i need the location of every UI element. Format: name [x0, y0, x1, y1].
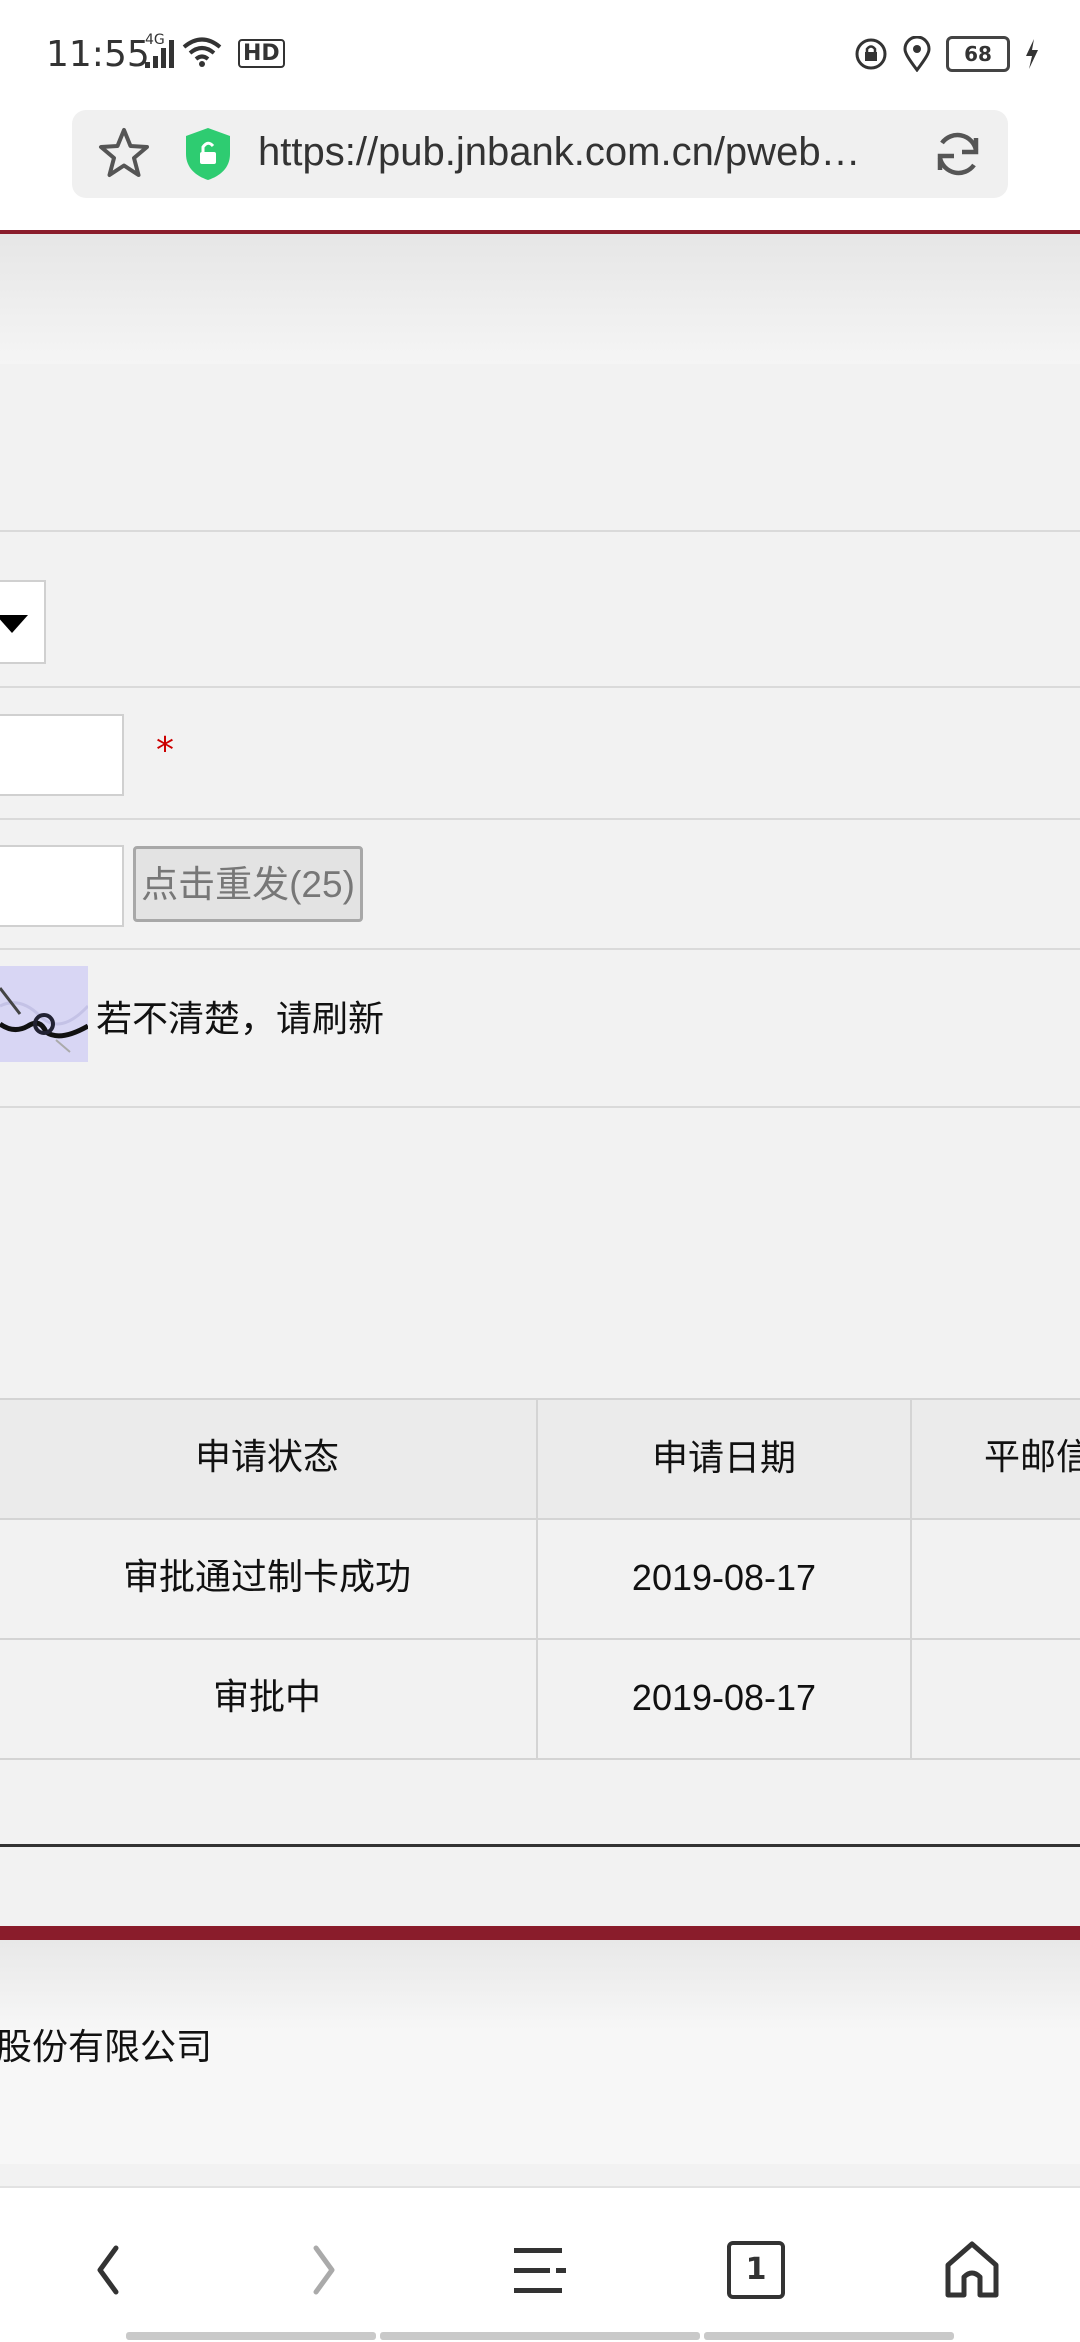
- url-text[interactable]: https://pub.jnbank.com.cn/pweb…: [258, 130, 918, 175]
- status-left-icons: 4G HD: [145, 32, 285, 68]
- gesture-handle: [704, 2332, 954, 2340]
- hd-icon: HD: [238, 39, 285, 68]
- battery-icon: 68: [946, 36, 1010, 72]
- mail-cell: [912, 1640, 1080, 1758]
- column-header-date: 申请日期: [538, 1400, 912, 1518]
- captcha-image[interactable]: [0, 966, 88, 1062]
- tab-count: 1: [727, 2241, 785, 2299]
- signal-icon: 4G: [145, 32, 174, 68]
- section-divider: [0, 1844, 1080, 1847]
- dropdown-arrow-icon: [0, 615, 28, 633]
- back-icon: [97, 2245, 119, 2295]
- forward-button[interactable]: [288, 2234, 360, 2306]
- captcha-refresh-hint[interactable]: 若不清楚，请刷新: [96, 990, 384, 1042]
- divider: [0, 686, 1080, 688]
- application-table: 申请状态 申请日期 平邮信 审批通过制卡成功 2019-08-17 审批中 20…: [0, 1398, 1080, 1760]
- card-type-select[interactable]: [0, 580, 46, 664]
- lock-rotation-icon: [855, 38, 887, 70]
- phone-input[interactable]: [0, 714, 124, 796]
- browser-toolbar: https://pub.jnbank.com.cn/pweb…: [0, 110, 1080, 230]
- home-icon: [945, 2241, 999, 2298]
- gesture-handle: [380, 2332, 700, 2340]
- menu-icon: [514, 2248, 566, 2293]
- divider: [0, 948, 1080, 950]
- table-row[interactable]: 审批中 2019-08-17: [0, 1640, 1080, 1760]
- browser-bottom-nav: 1: [0, 2186, 1080, 2342]
- network-type: 4G: [145, 32, 165, 48]
- status-bar: 11:55 4G HD 68: [0, 0, 1080, 110]
- reload-icon[interactable]: [930, 126, 986, 182]
- page-header-band: [0, 234, 1080, 364]
- footer-accent-bar: [0, 1926, 1080, 1940]
- home-button[interactable]: [936, 2234, 1008, 2306]
- tabs-button[interactable]: 1: [720, 2234, 792, 2306]
- forward-icon: [313, 2245, 335, 2295]
- resend-code-button[interactable]: 点击重发(25): [133, 846, 363, 922]
- address-bar[interactable]: https://pub.jnbank.com.cn/pweb…: [72, 110, 1008, 198]
- status-cell: 审批中: [0, 1640, 538, 1758]
- status-time: 11:55: [46, 34, 150, 75]
- table-header-row: 申请状态 申请日期 平邮信: [0, 1400, 1080, 1520]
- status-right-icons: 68: [854, 36, 1040, 72]
- divider: [0, 530, 1080, 532]
- date-cell: 2019-08-17: [538, 1520, 912, 1638]
- column-header-mail: 平邮信: [984, 1437, 1080, 1478]
- star-icon[interactable]: [94, 124, 154, 184]
- mail-cell: [912, 1520, 1080, 1638]
- footer-company-name: 股份有限公司: [0, 2027, 213, 2068]
- status-cell: 审批通过制卡成功: [0, 1520, 538, 1638]
- divider: [0, 818, 1080, 820]
- divider: [0, 1106, 1080, 1108]
- charging-icon: [1026, 39, 1038, 69]
- menu-button[interactable]: [504, 2234, 576, 2306]
- sms-code-input[interactable]: [0, 845, 124, 927]
- date-cell: 2019-08-17: [538, 1640, 912, 1758]
- location-icon: [903, 36, 931, 72]
- required-mark: *: [156, 730, 174, 771]
- gesture-handle: [126, 2332, 376, 2340]
- secure-shield-icon[interactable]: [184, 126, 232, 182]
- table-row[interactable]: 审批通过制卡成功 2019-08-17: [0, 1520, 1080, 1640]
- wifi-icon: [182, 37, 222, 67]
- column-header-status: 申请状态: [0, 1400, 538, 1518]
- back-button[interactable]: [72, 2234, 144, 2306]
